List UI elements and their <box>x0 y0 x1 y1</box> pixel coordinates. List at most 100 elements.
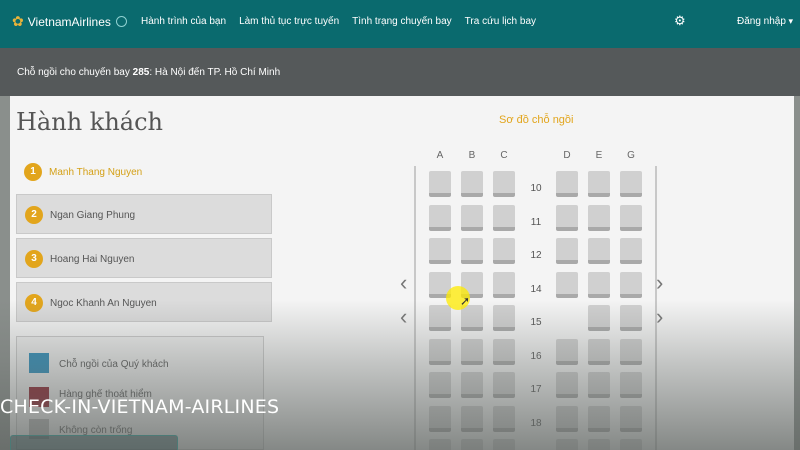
flight-info-prefix: Chỗ ngồi cho chuyến bay <box>17 67 133 78</box>
watermark-text: CHECK-IN-VIETNAM-AIRLINES <box>0 396 280 418</box>
passenger-item[interactable]: 1 Manh Thang Nguyen <box>16 152 272 192</box>
seat-15E[interactable] <box>588 305 610 331</box>
seat-column-label: G <box>627 150 635 161</box>
seat-10A[interactable] <box>429 171 451 197</box>
passenger-number-badge: 4 <box>25 294 43 312</box>
seat-12A[interactable] <box>429 238 451 264</box>
seat-column-label: C <box>500 150 508 161</box>
seat-nextC[interactable] <box>493 439 515 450</box>
seat-12E[interactable] <box>588 238 610 264</box>
scroll-down-left-chevron-icon[interactable]: ‹ <box>400 306 407 328</box>
seat-18C[interactable] <box>493 405 515 432</box>
seat-12B[interactable] <box>461 238 483 264</box>
seat-12D[interactable] <box>556 238 578 264</box>
seat-11A[interactable] <box>429 204 451 231</box>
seat-17G[interactable] <box>620 372 642 398</box>
passenger-name: Ngoc Khanh An Nguyen <box>50 298 157 309</box>
passenger-number-badge: 2 <box>25 206 43 224</box>
seat-nextA[interactable] <box>429 439 451 450</box>
seat-11G[interactable] <box>620 204 642 231</box>
seat-17A[interactable] <box>429 372 451 398</box>
row-number: 14 <box>530 283 542 295</box>
cabin-wall-left <box>414 166 416 450</box>
seat-10D[interactable] <box>556 171 578 197</box>
seat-10B[interactable] <box>461 171 483 197</box>
passenger-item[interactable]: 3 Hoang Hai Nguyen <box>16 238 272 278</box>
flight-info-text: Chỗ ngồi cho chuyến bay 285: Hà Nội đến … <box>17 67 280 78</box>
seat-12C[interactable] <box>493 238 515 264</box>
seat-18E[interactable] <box>588 405 610 432</box>
seat-16C[interactable] <box>493 338 515 365</box>
seat-15A[interactable] <box>429 305 451 331</box>
scroll-down-right-chevron-icon[interactable]: › <box>656 306 663 328</box>
seat-11C[interactable] <box>493 204 515 231</box>
row-number: 11 <box>530 216 542 228</box>
mouse-pointer-icon: ➚ <box>460 294 471 308</box>
lotus-icon: ✿ <box>12 13 24 29</box>
passenger-item[interactable]: 2 Ngan Giang Phung <box>16 194 272 234</box>
row-number: 18 <box>530 417 542 429</box>
logo-text: VietnamAirlines <box>27 14 111 29</box>
seat-15C[interactable] <box>493 305 515 331</box>
seat-nextB[interactable] <box>461 439 483 450</box>
row-number: 12 <box>530 250 542 261</box>
seat-nextE[interactable] <box>588 439 610 450</box>
passenger-item[interactable]: 4 Ngoc Khanh An Nguyen <box>16 282 272 322</box>
seat-17B[interactable] <box>461 372 483 398</box>
seat-column-label: D <box>563 150 571 161</box>
seat-10E[interactable] <box>588 171 610 197</box>
seat-16G[interactable] <box>620 338 642 365</box>
seat-15G[interactable] <box>620 305 642 331</box>
top-navbar: ✿ VietnamAirlines Hành trình của bạn Làm… <box>0 0 800 48</box>
scroll-up-right-chevron-icon[interactable]: › <box>656 272 663 294</box>
seat-14G[interactable] <box>620 271 642 298</box>
seat-legend: Chỗ ngồi của Quý khách Hàng ghế thoát hi… <box>16 336 264 450</box>
bottom-button[interactable] <box>10 435 178 450</box>
seat-17C[interactable] <box>493 372 515 398</box>
seat-11B[interactable] <box>461 204 483 231</box>
seat-18D[interactable] <box>556 405 578 432</box>
seat-11E[interactable] <box>588 204 610 231</box>
nav-online-checkin[interactable]: Làm thủ tục trực tuyến <box>239 16 339 27</box>
seat-15B[interactable] <box>461 305 483 331</box>
seat-column-label: B <box>468 150 476 161</box>
row-number: 10 <box>530 183 542 194</box>
seat-17D[interactable] <box>556 372 578 398</box>
login-dropdown[interactable]: Đăng nhập <box>737 16 793 27</box>
seat-14E[interactable] <box>588 271 610 298</box>
seat-11D[interactable] <box>556 204 578 231</box>
gear-icon[interactable]: ⚙ <box>674 13 686 29</box>
globe-icon <box>115 16 127 27</box>
seat-10C[interactable] <box>493 171 515 197</box>
passenger-name: Manh Thang Nguyen <box>49 167 143 178</box>
row-number: 16 <box>530 350 542 362</box>
flight-number: 285 <box>132 67 150 78</box>
passenger-number-badge: 1 <box>24 163 42 181</box>
row-number: 15 <box>530 317 542 328</box>
scroll-up-left-chevron-icon[interactable]: ‹ <box>400 272 407 294</box>
vietnam-airlines-logo[interactable]: ✿ VietnamAirlines <box>12 13 127 30</box>
seat-16A[interactable] <box>429 338 451 365</box>
seat-nextD[interactable] <box>556 439 578 450</box>
row-number: 17 <box>530 384 542 395</box>
seat-17E[interactable] <box>588 372 610 398</box>
seat-12G[interactable] <box>620 238 642 264</box>
nav-flight-status[interactable]: Tình trạng chuyến bay <box>352 16 452 27</box>
passengers-title: Hành khách <box>16 108 163 136</box>
seat-18B[interactable] <box>461 405 483 432</box>
seat-10G[interactable] <box>620 171 642 197</box>
seat-14D[interactable] <box>556 271 578 298</box>
main-nav: Hành trình của bạn Làm thủ tục trực tuyế… <box>141 16 536 27</box>
seat-16E[interactable] <box>588 338 610 365</box>
seat-16D[interactable] <box>556 338 578 365</box>
seat-nextG[interactable] <box>620 439 642 450</box>
flight-info-bar: Chỗ ngồi cho chuyến bay 285: Hà Nội đến … <box>0 48 800 96</box>
nav-flight-schedule[interactable]: Tra cứu lịch bay <box>465 16 536 27</box>
seat-14C[interactable] <box>493 271 515 298</box>
flight-route: : Hà Nội đến TP. Hồ Chí Minh <box>149 67 281 78</box>
seat-18G[interactable] <box>620 405 642 432</box>
seat-column-label: E <box>595 150 603 161</box>
seat-18A[interactable] <box>429 405 451 432</box>
seat-16B[interactable] <box>461 338 483 365</box>
nav-your-trip[interactable]: Hành trình của bạn <box>141 16 226 27</box>
